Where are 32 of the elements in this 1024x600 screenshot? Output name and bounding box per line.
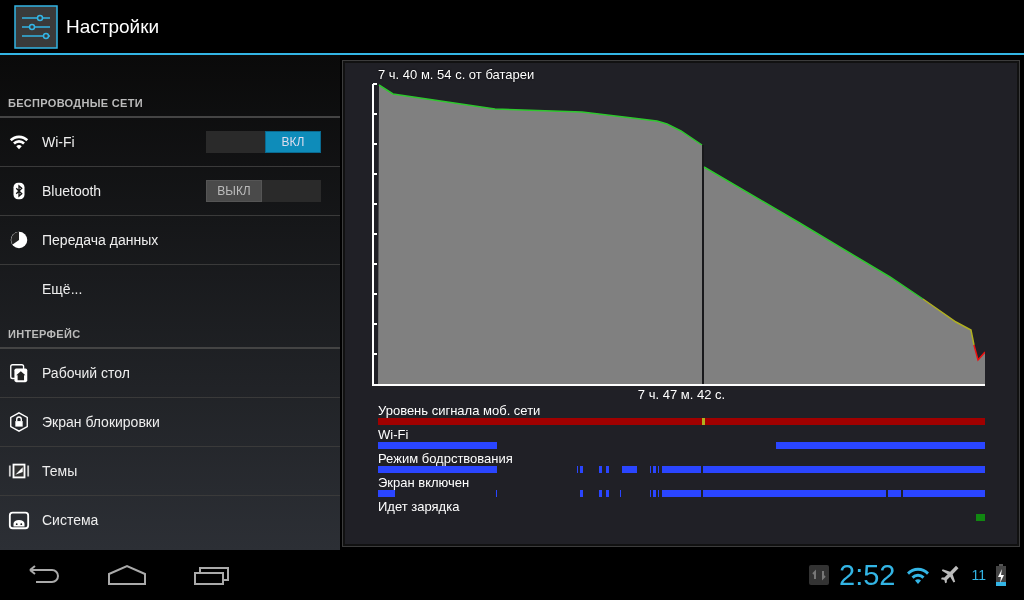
settings-item[interactable]: Рабочий стол bbox=[0, 349, 340, 398]
settings-sliders-icon[interactable] bbox=[14, 4, 58, 49]
track-label: Режим бодрствования bbox=[378, 451, 513, 466]
track-label: Wi-Fi bbox=[378, 427, 409, 442]
settings-item[interactable]: Темы bbox=[0, 447, 340, 496]
section-header: ИНТЕРФЕЙС bbox=[0, 323, 340, 349]
pie-chart-icon bbox=[8, 229, 30, 251]
settings-item[interactable]: Передача данных bbox=[0, 216, 340, 265]
settings-item[interactable]: Bluetooth ВЫКЛ bbox=[0, 167, 340, 216]
app-title: Настройки bbox=[66, 15, 160, 38]
clock: 2:52 bbox=[839, 558, 896, 592]
settings-item[interactable]: Ещё... bbox=[0, 265, 340, 313]
battery-low-line bbox=[922, 298, 975, 346]
charging-bar bbox=[976, 514, 985, 521]
settings-item[interactable]: Экран блокировки bbox=[0, 398, 340, 447]
track-label: Идет зарядка bbox=[378, 499, 460, 514]
wifi-icon bbox=[905, 565, 932, 585]
section-header: БЕСПРОВОДНЫЕ СЕТИ bbox=[0, 92, 340, 118]
battery-charging-icon bbox=[996, 564, 1006, 586]
time-axis-label: 7 ч. 47 м. 42 с. bbox=[637, 387, 726, 403]
lock-icon bbox=[8, 411, 30, 433]
settings-item[interactable]: Система bbox=[0, 496, 340, 544]
sync-icon bbox=[809, 565, 829, 585]
home-screen-icon bbox=[8, 362, 30, 384]
battery-percent: 11 bbox=[971, 567, 986, 583]
battery-critical-line bbox=[973, 344, 985, 362]
battery-duration-title: 7 ч. 40 м. 54 с. от батареи bbox=[378, 67, 536, 83]
track-label: Уровень сигнала моб. сети bbox=[378, 403, 541, 418]
settings-item[interactable]: Wi-Fi ВКЛ bbox=[0, 118, 340, 167]
track-label: Экран включен bbox=[378, 475, 470, 490]
robot-icon bbox=[8, 509, 30, 531]
toggle-switch[interactable]: ВЫКЛ bbox=[206, 180, 321, 202]
